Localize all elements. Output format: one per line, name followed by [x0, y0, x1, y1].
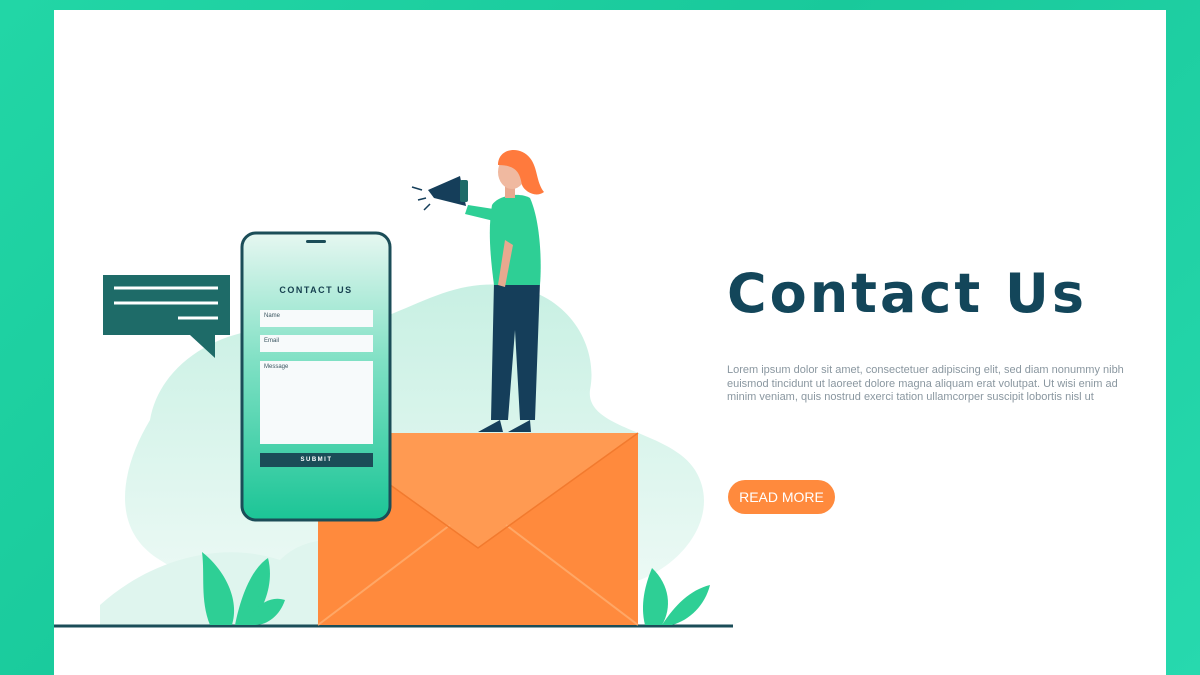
read-more-button[interactable]: READ MORE — [728, 480, 835, 514]
illustration — [54, 149, 733, 628]
plant-right-icon — [642, 568, 710, 625]
body-text: Lorem ipsum dolor sit amet, consectetuer… — [727, 364, 1124, 403]
name-field[interactable]: Name — [260, 310, 373, 327]
phone-contact-form: CONTACT US Name Email Message SUBMIT — [242, 233, 390, 520]
phone-form-title: CONTACT US — [279, 285, 353, 295]
message-field[interactable]: Message — [260, 361, 373, 444]
email-field[interactable]: Email — [260, 335, 373, 352]
megaphone-icon — [411, 176, 468, 211]
chat-bubble-icon — [103, 275, 230, 358]
page-title: Contact Us — [727, 262, 1088, 325]
submit-button[interactable]: SUBMIT — [260, 453, 373, 467]
